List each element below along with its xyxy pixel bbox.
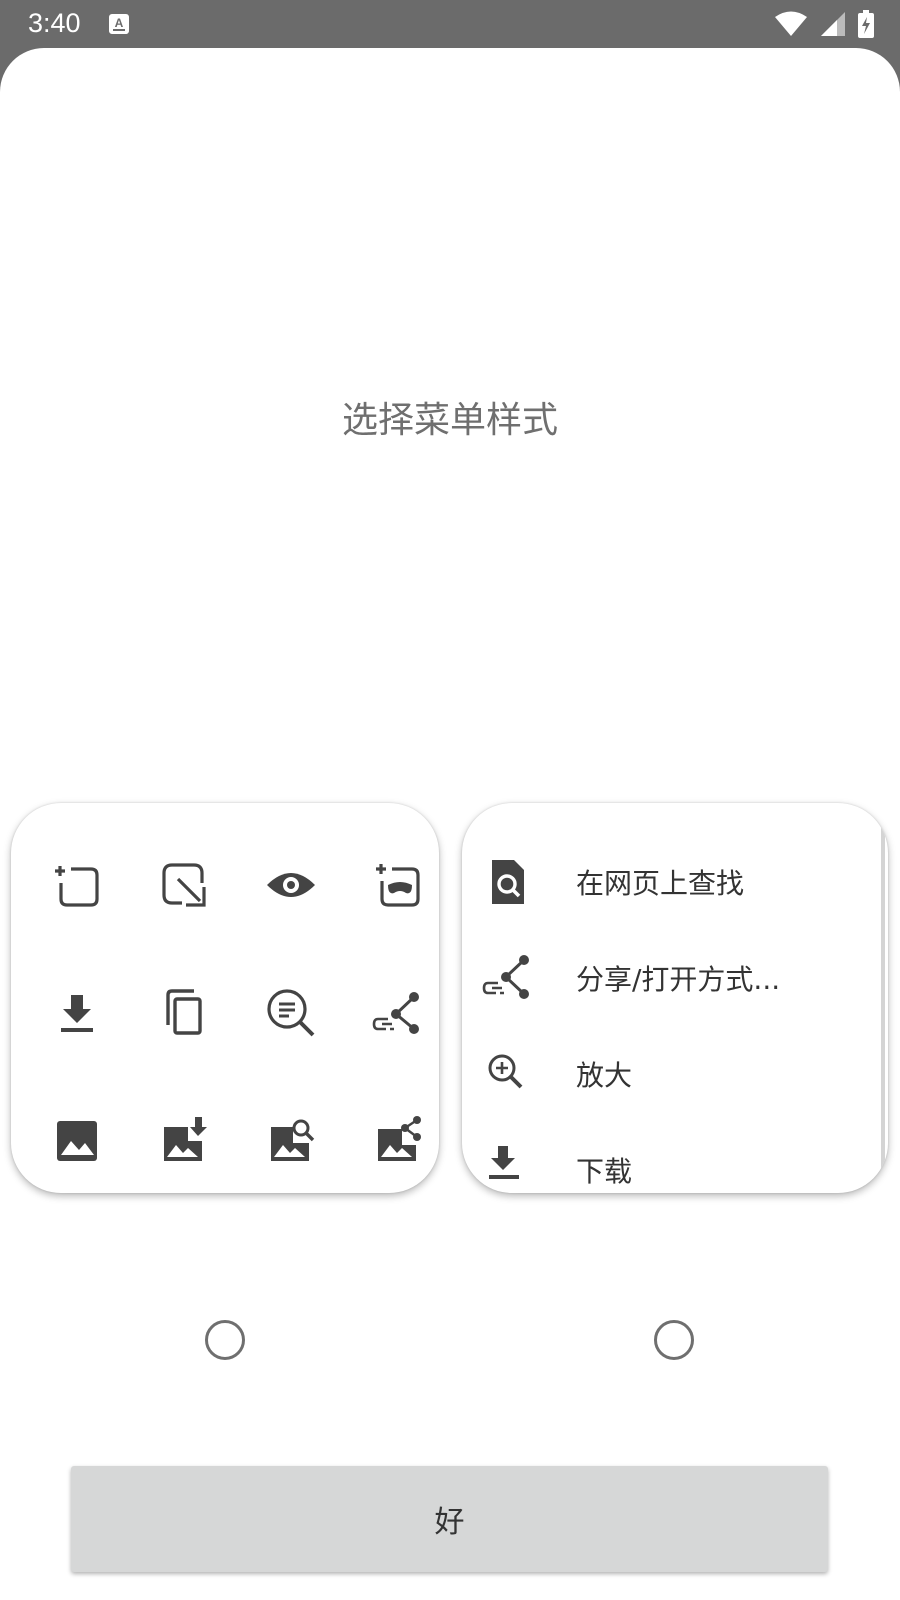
svg-text:A: A <box>115 16 124 30</box>
status-time: 3:40 <box>28 8 81 38</box>
menu-style-dialog: 选择菜单样式 在网页上查找 分享/打开方式... 放大 下载 好 <box>0 48 900 1600</box>
list-scrollbar[interactable] <box>881 803 885 1181</box>
find-in-page-icon <box>482 856 534 908</box>
download-icon <box>23 949 130 1077</box>
search-text-icon <box>237 949 344 1077</box>
eye-icon <box>237 821 344 949</box>
ok-button[interactable]: 好 <box>71 1466 828 1572</box>
download-icon <box>482 1144 534 1193</box>
list-item: 在网页上查找 <box>462 834 882 930</box>
status-bar: 3:40 A <box>0 0 900 48</box>
list-item: 放大 <box>462 1026 882 1122</box>
status-icons <box>774 10 874 42</box>
list-item: 下载 <box>462 1122 882 1193</box>
add-tab-icon <box>23 821 130 949</box>
signal-icon <box>820 11 846 41</box>
search-image-icon <box>237 1077 344 1193</box>
keyboard-a-icon: A <box>108 13 130 39</box>
share-image-icon <box>344 1077 439 1193</box>
list-item-label: 在网页上查找 <box>576 867 745 900</box>
grid-style-radio[interactable] <box>205 1320 245 1360</box>
share-link-icon <box>344 949 439 1077</box>
download-image-icon <box>130 1077 237 1193</box>
list-item: 分享/打开方式... <box>462 930 882 1026</box>
battery-charging-icon <box>858 10 874 42</box>
dialog-title: 选择菜单样式 <box>341 400 558 441</box>
copy-icon <box>130 949 237 1077</box>
zoom-in-icon <box>482 1048 534 1100</box>
incognito-tab-icon <box>344 821 439 949</box>
share-link-icon <box>482 952 534 1004</box>
open-in-new-window-icon <box>130 821 237 949</box>
list-item-label: 放大 <box>576 1059 633 1092</box>
list-item-label: 下载 <box>576 1155 633 1188</box>
image-icon <box>23 1077 130 1193</box>
list-style-preview[interactable]: 在网页上查找 分享/打开方式... 放大 下载 <box>462 803 888 1193</box>
grid-style-preview[interactable] <box>11 803 439 1193</box>
list-item-label: 分享/打开方式... <box>576 963 781 996</box>
list-style-radio[interactable] <box>654 1320 694 1360</box>
wifi-icon <box>774 11 808 41</box>
